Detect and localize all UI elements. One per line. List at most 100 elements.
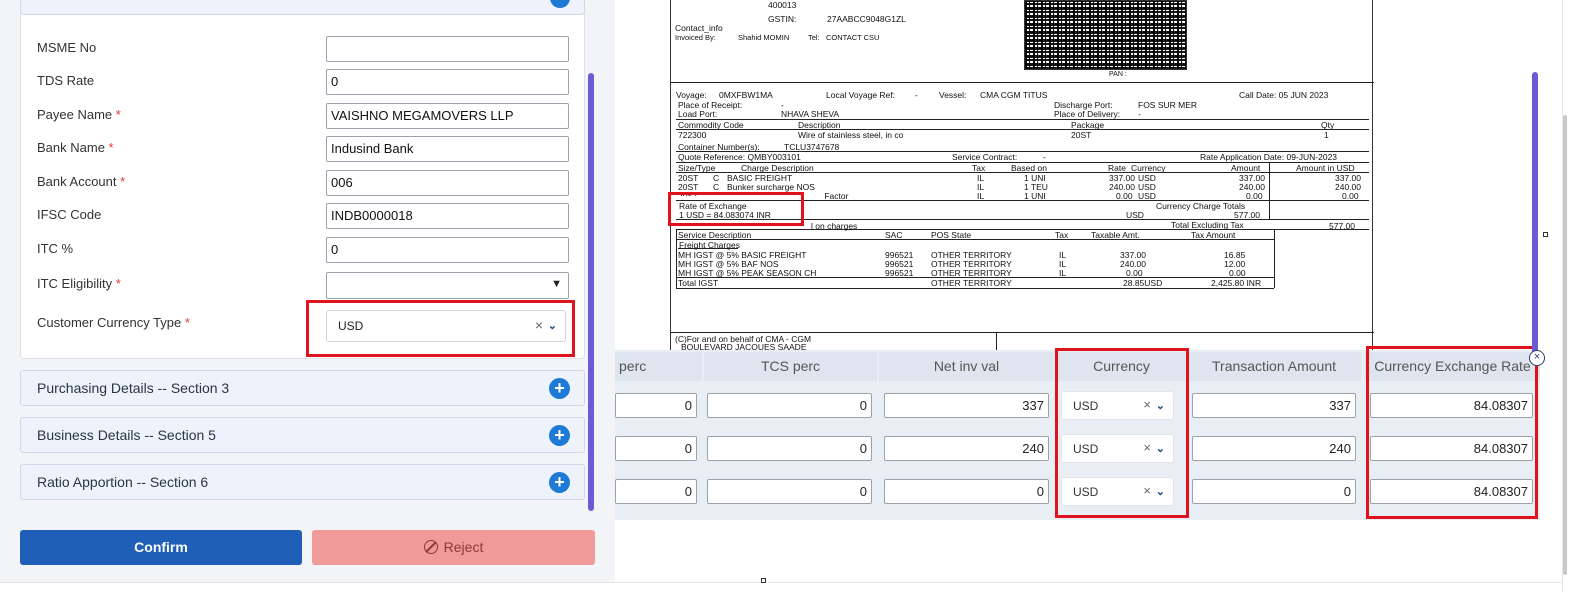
payee-name-input[interactable]: VAISHNO MEGAMOVERS LLP (326, 103, 569, 129)
divider (676, 288, 1274, 289)
vessel-label: Vessel: (939, 90, 967, 100)
field-label: Payee Name * (37, 107, 121, 122)
discharge-port-value: FOS SUR MER (1138, 100, 1198, 110)
transaction-amount-input[interactable]: 240 (1192, 436, 1356, 461)
column-header-perc[interactable]: perc (615, 352, 702, 381)
charge-size: 20ST (678, 182, 699, 192)
column-header-tcs-perc[interactable]: TCS perc (704, 352, 877, 381)
contact-info-label: Contact_info (675, 23, 723, 33)
highlight-box (1366, 346, 1538, 519)
package-value: 20ST (1071, 130, 1092, 140)
close-icon[interactable]: × (1529, 350, 1545, 366)
section-ratio-apportion[interactable]: Ratio Apportion -- Section 6 + (20, 464, 585, 500)
form-scrollbar-thumb[interactable] (588, 73, 594, 511)
perc-input[interactable]: 0 (615, 393, 697, 418)
divider (678, 248, 738, 249)
transaction-amount-input[interactable]: 0 (1192, 479, 1356, 504)
bank-account-input[interactable]: 006 (326, 170, 569, 196)
confirm-button[interactable]: Confirm (20, 530, 302, 565)
tcs-perc-input[interactable]: 0 (707, 436, 872, 461)
net-inv-val-input[interactable]: 337 (884, 393, 1049, 418)
perc-input[interactable]: 0 (615, 479, 697, 504)
reject-label: Reject (443, 539, 484, 555)
net-inv-val-input[interactable]: 0 (884, 479, 1049, 504)
total-igst-pos: OTHER TERRITORY (931, 278, 1012, 288)
field-label: Bank Name * (37, 140, 114, 155)
chevron-down-icon: ▼ (551, 278, 562, 290)
plus-icon[interactable]: + (549, 472, 570, 493)
highlight-box (1055, 348, 1189, 518)
section-title: Business Details -- Section 5 (37, 427, 216, 443)
qty-value: 1 (1324, 130, 1329, 140)
description-value: Wire of stainless steel, in co (798, 130, 904, 140)
currency-charge-totals-label: Currency Charge Totals (1156, 201, 1246, 211)
itc-eligibility-select[interactable]: ▼ (326, 272, 569, 299)
bottom-edge (0, 582, 1562, 592)
plus-icon[interactable]: + (549, 378, 570, 399)
preview-scrollbar-thumb[interactable] (1532, 72, 1538, 360)
column-header-net-inv-val[interactable]: Net inv val (879, 352, 1054, 381)
divider (676, 239, 1274, 240)
bank-name-input[interactable]: Indusind Bank (326, 136, 569, 162)
resize-handle[interactable] (1543, 232, 1548, 237)
vendor-form-pane: MSME No TDS Rate 0 Payee Name * VAISHNO … (0, 0, 615, 592)
form-card-header[interactable] (20, 0, 585, 15)
field-label: ITC Eligibility * (37, 276, 121, 291)
required-mark: * (108, 140, 114, 155)
gstin-value: 27AABCC9048G1ZL (827, 14, 906, 24)
tel-value: CONTACT CSU (826, 33, 880, 42)
field-label: ITC % (37, 241, 74, 256)
required-mark: * (120, 174, 126, 189)
place-delivery-label: Place of Delivery: (1054, 109, 1121, 119)
total-igst-inr: 2,425.80 INR (1211, 278, 1262, 288)
section-title: Purchasing Details -- Section 3 (37, 380, 230, 396)
divider (671, 82, 1374, 83)
tcs-perc-input[interactable]: 0 (707, 393, 872, 418)
transaction-amount-input[interactable]: 337 (1192, 393, 1356, 418)
perc-input[interactable]: 0 (615, 436, 697, 461)
net-inv-val-input[interactable]: 240 (884, 436, 1049, 461)
invoice-preview-pane: 400013 GSTIN: 27AABCC9048G1ZL Contact_in… (615, 0, 1587, 592)
section-business-details[interactable]: Business Details -- Section 5 + (20, 417, 585, 453)
divider (1269, 163, 1270, 220)
divider (676, 229, 1369, 230)
load-port-value: NHAVA SHEVA (781, 109, 840, 119)
section-purchasing-details[interactable]: Purchasing Details -- Section 3 + (20, 370, 585, 406)
total-igst-label: Total IGST (678, 278, 719, 288)
ifsc-code-input[interactable]: INDB0000018 (326, 203, 569, 229)
expand-icon[interactable] (550, 0, 570, 8)
highlight-box (306, 300, 575, 357)
divider (676, 129, 1369, 130)
voyage-label: Voyage: (676, 90, 707, 100)
reject-button[interactable]: Reject (312, 530, 595, 565)
call-date: Call Date: 05 JUN 2023 (1239, 90, 1329, 100)
resize-handle[interactable] (761, 578, 766, 583)
section-title: Ratio Apportion -- Section 6 (37, 474, 209, 490)
address-line: 400013 (768, 0, 797, 10)
tcs-perc-input[interactable]: 0 (707, 479, 872, 504)
field-label: MSME No (37, 40, 97, 55)
divider (1274, 229, 1275, 288)
local-voyage-value: - (915, 90, 918, 100)
service-contract-label: Service Contract: (952, 152, 1018, 162)
column-header-transaction-amount[interactable]: Transaction Amount (1187, 352, 1361, 381)
qr-code (1024, 0, 1187, 70)
commodity-code-value: 722300 (678, 130, 707, 140)
itc-percent-input[interactable]: 0 (326, 237, 569, 263)
required-mark: * (115, 107, 121, 122)
voyage-value: 0MXFBW1MA (719, 90, 773, 100)
total-igst-usd: 28.85USD (1123, 278, 1163, 288)
divider (676, 229, 677, 288)
charge-desc: Bunker surcharge NOS (727, 182, 815, 192)
msme-no-input[interactable] (326, 36, 569, 62)
plus-icon[interactable]: + (549, 425, 570, 446)
gstin-label: GSTIN: (768, 14, 797, 24)
tds-rate-input[interactable]: 0 (326, 69, 569, 95)
charge-code: C (713, 182, 720, 192)
page-scrollbar-thumb[interactable] (1563, 115, 1567, 575)
service-contract-value: - (1043, 152, 1046, 162)
highlight-box (668, 192, 804, 226)
vessel-value: CMA CGM TITUS (980, 90, 1048, 100)
ban-icon (423, 540, 438, 554)
invoiced-by-label: Invoiced By: (675, 33, 716, 42)
